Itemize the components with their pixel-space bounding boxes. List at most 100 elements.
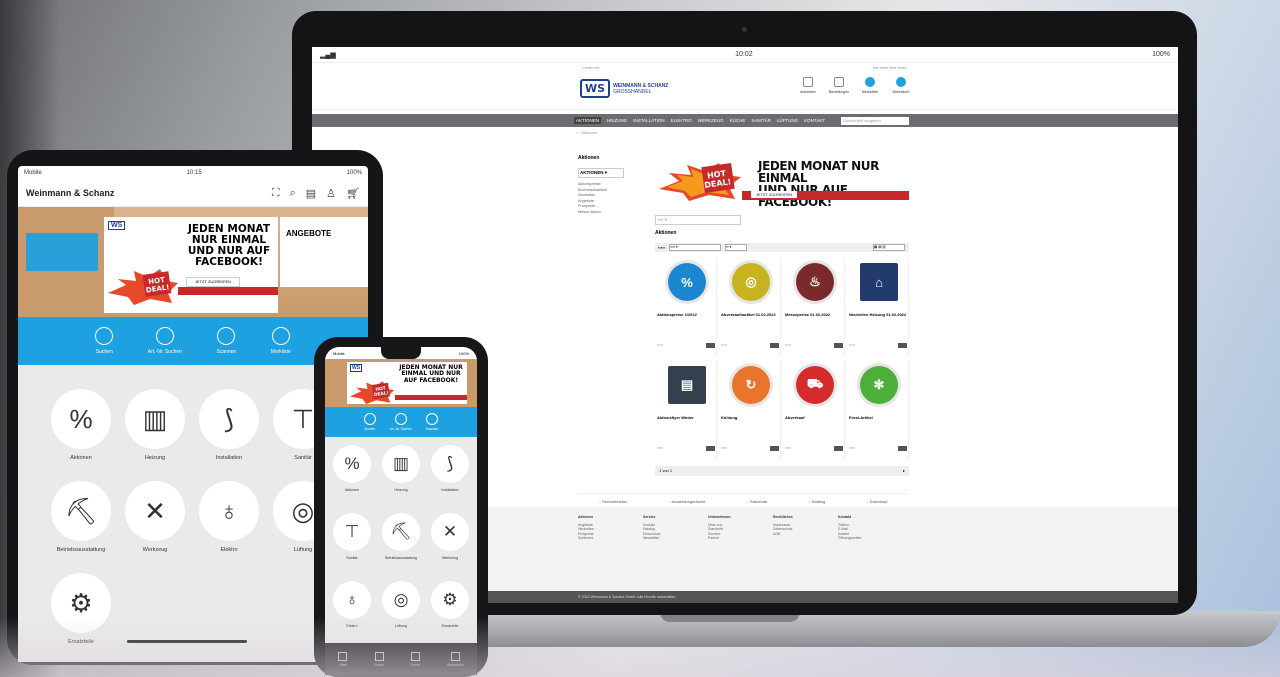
phone-banner[interactable]: WS JEDEN MONAT NUR EINMAL UND NUR AUF FA… [325, 359, 477, 407]
search-icon[interactable]: ⌕ [290, 187, 296, 200]
site-logo[interactable]: WS WEINMANN & SCHANZ GROSSHANDEL [580, 79, 668, 98]
category-tile[interactable]: ⟆ Installation [427, 445, 473, 492]
nav-item[interactable]: WERKZEUG [698, 118, 724, 123]
scan-icon[interactable]: ⛶ [272, 187, 280, 200]
product-title[interactable]: Aktionspreise 1/2022 [657, 312, 715, 317]
top-link-right[interactable]: ▪▪▪▪ ▪▪▪▪▪▪ ▪▪▪▪▪ ▪▪▪▪▪▪ [873, 65, 906, 70]
footer-link[interactable]: Sortiment [578, 536, 623, 541]
product-card[interactable]: ▤ Aktionsflyer Winter ▪▪▪▪▪ [655, 360, 717, 460]
breadcrumb[interactable]: ⌂ › Aktionen [312, 127, 1178, 135]
header-icon-item[interactable]: Anmelden [797, 77, 819, 94]
add-to-cart-button[interactable] [770, 446, 779, 451]
header-icon-item[interactable]: Merkzettel [859, 77, 881, 94]
sidebar-filter-box[interactable]: AKTIONEN ▾ [578, 168, 624, 178]
product-title[interactable]: Messepreise 01.02.2022 [785, 312, 843, 317]
product-card[interactable]: ✻ Frost-Artikel ▪▪▪▪▪ [847, 360, 909, 460]
quick-action[interactable]: Art.-Nr. Suchen [390, 413, 412, 431]
product-card[interactable]: ◎ Abverkaufsartikel 01.02.2022 ▪▪▪▪▪ [719, 257, 781, 357]
banner-cta-button[interactable]: JETZT ZUGREIFEN [751, 191, 797, 198]
quick-action-label: Scannen [216, 349, 237, 355]
promo-banner[interactable]: HOT DEAL! JEDEN MONAT NUR EINMAL UND NUR … [655, 157, 909, 208]
category-tile[interactable]: ▥ Heizung [378, 445, 424, 492]
service-link[interactable]: ◌ Ausstellungsräume [668, 499, 705, 504]
category-tile[interactable]: ♁ Elektro [194, 481, 264, 553]
category-tile[interactable]: % Aktionen [46, 389, 116, 461]
banner-cta-button[interactable]: JETZT ZUGREIFEN [186, 277, 240, 287]
category-tile[interactable]: % Aktionen [329, 445, 375, 492]
list-icon[interactable]: ▤ [306, 187, 316, 200]
product-card[interactable]: ↻ Kühlung ▪▪▪▪▪ [719, 360, 781, 460]
sidebar-item[interactable]: Messe-Aktion [578, 210, 634, 216]
nav-item[interactable]: KONTAKT [804, 118, 825, 123]
product-image[interactable]: ↻ [732, 366, 770, 404]
nav-item[interactable]: KÜCHE [730, 118, 746, 123]
nav-item[interactable]: ELEKTRO [671, 118, 692, 123]
quick-action[interactable]: Suchen [363, 413, 376, 431]
quick-action[interactable]: Art.-Nr. Suchen [148, 327, 182, 355]
product-image[interactable]: ⛟ [796, 366, 834, 404]
product-card[interactable]: ♨ Messepreise 01.02.2022 ▪▪▪▪▪ [783, 257, 845, 357]
add-to-cart-button[interactable] [898, 343, 907, 348]
product-title[interactable]: Abverkauf [785, 415, 843, 420]
category-tile[interactable]: ⊤ Sanitär [329, 513, 375, 560]
nav-item[interactable]: SANITÄR [751, 118, 771, 123]
quick-action[interactable]: Scannen [216, 327, 236, 355]
product-title[interactable]: Abverkaufsartikel 01.02.2022 [721, 312, 779, 317]
header-icon-item[interactable]: Bestellungen [828, 77, 850, 94]
next-page-icon[interactable]: ▸ [903, 466, 905, 476]
nav-item[interactable]: INSTALLATION [633, 118, 664, 123]
quick-action[interactable]: Suchen [95, 327, 114, 355]
product-title[interactable]: Aktionsflyer Winter [657, 415, 715, 420]
service-link[interactable]: ◌ Katalog [808, 499, 825, 504]
per-page-select[interactable]: ▪▪ ▾ [725, 244, 748, 251]
service-link[interactable]: ◌ Servicetelefon [598, 499, 627, 504]
search-input[interactable]: Suchbegriff eingeben [841, 116, 910, 125]
product-image[interactable]: ✻ [860, 366, 898, 404]
category-tile[interactable]: ⟆ Installation [194, 389, 264, 461]
category-tile[interactable]: ⛏ Betriebsausstattung [378, 513, 424, 560]
product-card[interactable]: % Aktionspreise 1/2022 ▪▪▪▪▪ [655, 257, 717, 357]
add-to-cart-button[interactable] [706, 343, 715, 348]
user-icon[interactable]: ♙ [326, 187, 336, 200]
product-card[interactable]: ⛟ Abverkauf ▪▪▪▪▪ [783, 360, 845, 460]
category-label: Werkzeug [142, 547, 168, 553]
add-to-cart-button[interactable] [706, 446, 715, 451]
header-icon-item[interactable]: Warenkorb [890, 77, 912, 94]
product-title[interactable]: Kühlung [721, 415, 779, 420]
add-to-cart-button[interactable] [898, 446, 907, 451]
nav-item[interactable]: HEIZUNG [607, 118, 627, 123]
product-image[interactable]: ◎ [732, 263, 770, 301]
product-image[interactable]: ♨ [796, 263, 834, 301]
add-to-cart-button[interactable] [834, 446, 843, 451]
top-link-left[interactable]: ▪ ▪▪▪▪▪▪ ▪▪▪▪ [582, 65, 600, 70]
quick-action[interactable]: Scannen [426, 413, 438, 431]
category-tile[interactable]: ▥ Heizung [120, 389, 190, 461]
add-to-cart-button[interactable] [834, 343, 843, 348]
category-tile[interactable]: ✕ Werkzeug [120, 481, 190, 553]
category-tile[interactable]: ⛏ Betriebsausstattung [46, 481, 116, 553]
cart-icon[interactable]: 🛒︎ [346, 187, 360, 200]
service-link[interactable]: ◌ Standorte [746, 499, 767, 504]
tablet-banner[interactable]: ANGEBOTE WS JEDEN MONAT NUR EINMAL UND N… [18, 207, 368, 317]
product-image[interactable]: ⌂ [860, 263, 898, 301]
filter-select[interactable]: ▪▪▪▪ ▾ [655, 215, 741, 225]
footer-link[interactable]: Öffnungszeiten [838, 536, 883, 541]
product-image[interactable]: % [668, 263, 706, 301]
product-title[interactable]: Frost-Artikel [849, 415, 907, 420]
footer-link[interactable]: AGB [773, 532, 818, 537]
add-to-cart-button[interactable] [770, 343, 779, 348]
sort-select[interactable]: ▪▪▪▪ ▾ [669, 244, 722, 251]
product-title[interactable]: Neuheiten Heizung 01.02.2022 [849, 312, 907, 317]
quick-action[interactable]: Merkliste [271, 327, 291, 355]
nav-item[interactable]: LÜFTUNG [777, 118, 798, 123]
view-toggle[interactable]: ▦ ▤ ▥ [873, 244, 905, 251]
footer-link[interactable]: Newsletter [643, 536, 688, 541]
product-image[interactable]: ▤ [668, 366, 706, 404]
pagination[interactable]: 1 von 1 ▸ [655, 466, 909, 476]
category-tile[interactable]: ✕ Werkzeug [427, 513, 473, 560]
service-link[interactable]: ◌ Download [866, 499, 887, 504]
nav-item[interactable]: AKTIONEN [574, 117, 602, 124]
footer-link[interactable]: Partner [708, 536, 753, 541]
product-card[interactable]: ⌂ Neuheiten Heizung 01.02.2022 ▪▪▪▪▪ [847, 257, 909, 357]
quick-action-label: Art.-Nr. Suchen [389, 427, 412, 431]
